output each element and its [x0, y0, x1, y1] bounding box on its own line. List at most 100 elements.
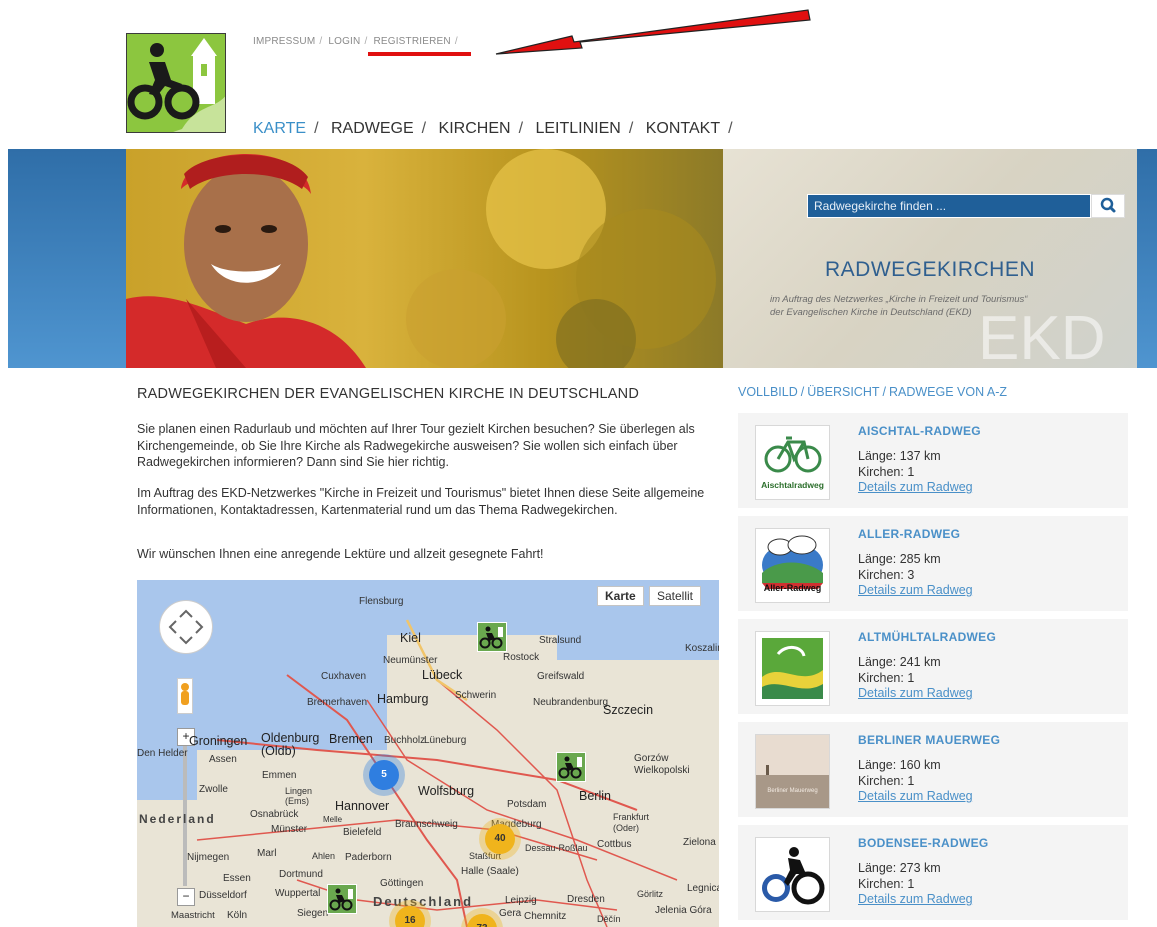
marker-cluster[interactable]: 5 — [369, 760, 399, 790]
thumbnail-caption: Aischtalradweg — [761, 480, 824, 490]
map-country: Deutschland — [373, 894, 474, 909]
map-city: Den Helder — [137, 748, 188, 759]
church-marker[interactable] — [327, 884, 357, 914]
route-thumbnail[interactable] — [755, 631, 830, 706]
map-city: Neubrandenburg — [533, 697, 609, 708]
map-pan-control[interactable] — [159, 600, 213, 654]
separator: / — [518, 120, 524, 137]
link-uebersicht[interactable]: ÜBERSICHT — [807, 385, 879, 399]
map-city: Cottbus — [597, 839, 632, 850]
route-details-link[interactable]: Details zum Radweg — [858, 892, 973, 906]
hero-title: RADWEGEKIRCHEN — [824, 258, 1036, 281]
map-city: Dortmund — [279, 869, 323, 880]
route-details-link[interactable]: Details zum Radweg — [858, 583, 973, 597]
hero-subtitle-line: im Auftrag des Netzwerkes „Kirche in Fre… — [770, 294, 1028, 305]
map-city: Greifswald — [537, 671, 585, 682]
separator: / — [728, 120, 733, 137]
nav-leitlinien[interactable]: LEITLINIEN — [535, 120, 620, 137]
route-details-link[interactable]: Details zum Radweg — [858, 480, 973, 494]
map-city: Essen — [223, 873, 251, 884]
map-city: Flensburg — [359, 596, 404, 607]
nav-impressum[interactable]: IMPRESSUM — [253, 36, 315, 47]
nav-radwege[interactable]: RADWEGE — [331, 120, 414, 137]
map-city: Lübeck — [422, 668, 463, 682]
route-thumbnail[interactable] — [755, 837, 830, 912]
map-city: Potsdam — [507, 799, 547, 810]
route-length: Länge: 273 km — [858, 861, 941, 875]
nav-login[interactable]: LOGIN — [328, 36, 360, 47]
intro-paragraph: Wir wünschen Ihnen eine anregende Lektür… — [137, 547, 544, 561]
map-city: Děčín — [597, 914, 621, 924]
separator: / — [421, 120, 427, 137]
cyclist-icon — [762, 847, 825, 905]
map-type-karte-button[interactable]: Karte — [597, 586, 644, 606]
map-city: Leipzig — [505, 895, 537, 906]
map-city: Münster — [271, 824, 308, 835]
map-country: Nederland — [139, 812, 216, 826]
map-type-satellit-button[interactable]: Satellit — [649, 586, 702, 606]
marker-cluster[interactable]: 40 — [485, 824, 515, 854]
site-logo[interactable] — [126, 33, 226, 133]
map-city: Braunschweig — [395, 819, 458, 830]
route-card: Aischtalradweg AISCHTAL-RADWEG Länge: 13… — [738, 413, 1128, 508]
route-details-link[interactable]: Details zum Radweg — [858, 789, 973, 803]
map-city: Ahlen — [312, 851, 336, 861]
route-card: Berliner Mauerweg BERLINER MAUERWEG Läng… — [738, 722, 1128, 817]
route-thumbnail[interactable]: Berliner Mauerweg — [755, 734, 830, 809]
map-city: Chemnitz — [524, 911, 567, 922]
map-city: Hannover — [335, 799, 390, 813]
separator: / — [314, 120, 319, 137]
mauerweg-logo-icon — [756, 735, 829, 808]
map-city: Groningen — [189, 734, 248, 748]
map[interactable]: Karte Satellit + − Flensburg Kiel Strals… — [137, 580, 719, 927]
separator: / — [882, 385, 886, 399]
search-icon — [1100, 197, 1116, 213]
map-city: Lingen (Ems) — [285, 786, 313, 806]
map-city: Rostock — [503, 652, 540, 663]
map-city: Hamburg — [377, 692, 429, 706]
separator: / — [454, 36, 458, 47]
route-title[interactable]: AISCHTAL-RADWEG — [858, 424, 981, 438]
nav-kontakt[interactable]: KONTAKT — [646, 120, 720, 137]
map-city: Koszalin — [685, 643, 719, 654]
nav-registrieren[interactable]: REGISTRIEREN — [373, 36, 450, 47]
map-city: Göttingen — [380, 878, 424, 889]
pegman-icon[interactable] — [177, 678, 193, 714]
map-city: Görlitz — [637, 889, 664, 899]
map-city: Marl — [257, 848, 277, 859]
route-card: BODENSEE-RADWEG Länge: 273 km Kirchen: 1… — [738, 825, 1128, 920]
map-city: Legnica — [687, 883, 719, 894]
link-radwege-a-z[interactable]: RADWEGE VON A-Z — [889, 385, 1007, 399]
church-marker[interactable] — [556, 752, 586, 782]
nav-kirchen[interactable]: KIRCHEN — [439, 120, 511, 137]
route-details-link[interactable]: Details zum Radweg — [858, 686, 973, 700]
map-city: Halle (Saale) — [461, 866, 519, 877]
map-city: Maastricht — [171, 910, 215, 921]
church-marker[interactable] — [477, 622, 507, 652]
hero-subtitle: im Auftrag des Netzwerkes „Kirche in Fre… — [770, 293, 1100, 319]
map-view-links: VOLLBILD / ÜBERSICHT / RADWEGE VON A-Z — [738, 385, 1007, 399]
map-city: Kiel — [400, 631, 421, 645]
separator: / — [628, 120, 634, 137]
map-city: Köln — [227, 910, 248, 921]
intro-paragraph: Sie planen einen Radurlaub und möchten a… — [137, 422, 695, 469]
link-vollbild[interactable]: VOLLBILD — [738, 385, 798, 399]
route-length: Länge: 241 km — [858, 655, 941, 669]
bicycle-church-icon — [329, 888, 353, 911]
zoom-out-button[interactable]: − — [177, 888, 195, 906]
map-city: Lüneburg — [424, 735, 467, 746]
map-city: Oldenburg (Oldb) — [261, 731, 320, 758]
search-input[interactable]: Radwegekirche finden ... — [807, 194, 1091, 218]
route-thumbnail[interactable]: Aischtalradweg — [755, 425, 830, 500]
route-thumbnail[interactable]: Aller-Radweg — [755, 528, 830, 603]
pan-arrows-icon — [168, 609, 204, 645]
map-city: Frankfurt (Oder) — [613, 812, 650, 833]
route-title[interactable]: ALTMÜHLTALRADWEG — [858, 630, 996, 644]
route-title[interactable]: BODENSEE-RADWEG — [858, 836, 989, 850]
route-title[interactable]: ALLER-RADWEG — [858, 527, 960, 541]
map-city: Schwerin — [455, 690, 497, 701]
route-title[interactable]: BERLINER MAUERWEG — [858, 733, 1000, 747]
search-button[interactable] — [1091, 194, 1125, 218]
map-city: Szczecin — [603, 703, 654, 717]
nav-karte[interactable]: KARTE — [253, 120, 306, 137]
